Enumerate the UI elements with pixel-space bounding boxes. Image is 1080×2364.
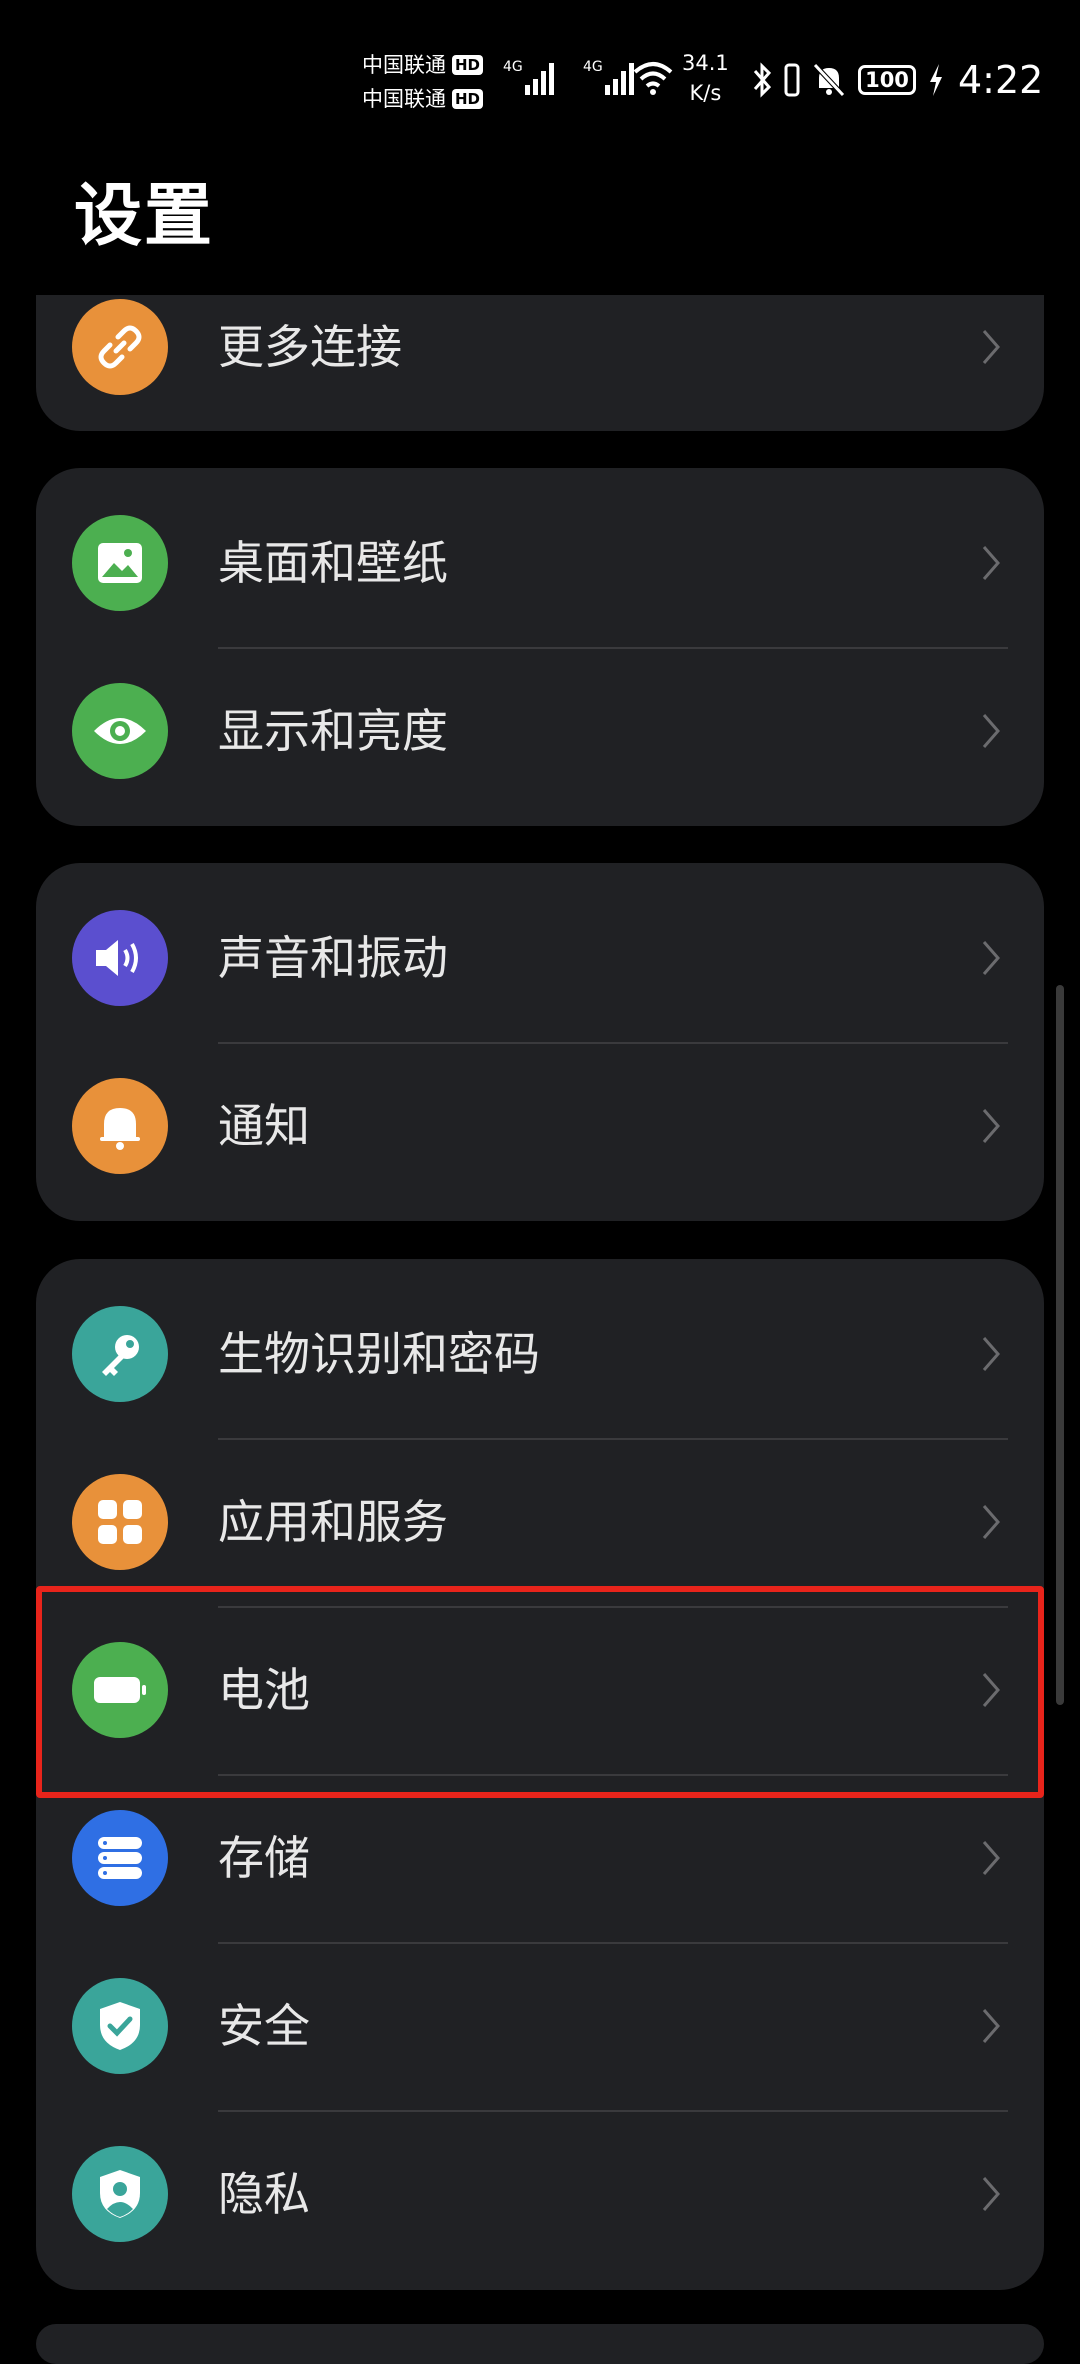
status-bar: 中国联通 HD 中国联通 HD 4G 4G 34.1 K/s 100 4:22 [0, 0, 1080, 150]
carrier-info: 中国联通 HD 中国联通 HD [362, 48, 484, 116]
settings-item-label: 生物识别和密码 [218, 1327, 540, 1381]
key-icon [72, 1306, 168, 1402]
clock: 4:22 [958, 58, 1044, 102]
battery-indicator: 100 [858, 65, 916, 95]
chevron-right-icon [982, 1109, 1000, 1143]
mute-bell-icon [813, 63, 845, 97]
privacy-icon [72, 2146, 168, 2242]
network-type-2: 4G [583, 59, 603, 75]
settings-item-label: 存储 [218, 1831, 310, 1885]
speed-unit: K/s [689, 81, 722, 105]
chevron-right-icon [982, 1337, 1000, 1371]
settings-item-label: 应用和服务 [218, 1495, 448, 1549]
settings-item-notifications[interactable]: 通知 [36, 1042, 1044, 1210]
settings-item-storage[interactable]: 存储 [36, 1774, 1044, 1942]
shield-icon [72, 1978, 168, 2074]
wifi-icon [633, 62, 673, 95]
settings-item-label: 安全 [218, 1999, 310, 2053]
vibrate-icon [784, 63, 800, 97]
signal-icon-1: 4G [503, 59, 554, 95]
settings-item-security[interactable]: 安全 [36, 1942, 1044, 2110]
settings-card-next [36, 2324, 1044, 2364]
settings-item-label: 声音和振动 [218, 931, 448, 985]
bluetooth-icon [753, 62, 772, 98]
speaker-icon [72, 910, 168, 1006]
settings-item-label: 桌面和壁纸 [218, 536, 448, 590]
settings-item-label: 隐私 [218, 2167, 310, 2221]
settings-item-label: 更多连接 [218, 320, 402, 374]
page-title: 设置 [74, 177, 215, 256]
chevron-right-icon [982, 1505, 1000, 1539]
status-icons: 100 4:22 [752, 58, 1043, 102]
chevron-right-icon [982, 1841, 1000, 1875]
settings-card-display: 桌面和壁纸 显示和亮度 [36, 468, 1044, 826]
chevron-right-icon [982, 941, 1000, 975]
charging-icon [930, 64, 942, 96]
chevron-right-icon [982, 714, 1000, 748]
apps-icon [72, 1474, 168, 1570]
network-speed: 34.1 K/s [682, 48, 729, 108]
scrollbar[interactable] [1056, 985, 1064, 1705]
settings-item-label: 通知 [218, 1099, 310, 1153]
hd-badge-2: HD [452, 89, 484, 109]
wallpaper-icon [72, 515, 168, 611]
settings-item-apps-services[interactable]: 应用和服务 [36, 1438, 1044, 1606]
chevron-right-icon [982, 2009, 1000, 2043]
settings-item-display-brightness[interactable]: 显示和亮度 [36, 647, 1044, 815]
settings-item-label: 显示和亮度 [218, 704, 448, 758]
network-type-1: 4G [503, 59, 523, 75]
settings-item-biometrics-password[interactable]: 生物识别和密码 [36, 1270, 1044, 1438]
carrier-1: 中国联通 [362, 53, 446, 77]
settings-card-connections: 更多连接 [36, 295, 1044, 431]
settings-item-more-connections[interactable]: 更多连接 [36, 295, 1044, 431]
highlight-box [36, 1586, 1044, 1798]
speed-value: 34.1 [682, 51, 729, 75]
storage-icon [72, 1810, 168, 1906]
chevron-right-icon [982, 546, 1000, 580]
settings-item-sound-vibration[interactable]: 声音和振动 [36, 874, 1044, 1042]
bell-icon [72, 1078, 168, 1174]
settings-item-wallpaper[interactable]: 桌面和壁纸 [36, 479, 1044, 647]
link-icon [72, 299, 168, 395]
carrier-2: 中国联通 [362, 87, 446, 111]
eye-icon [72, 683, 168, 779]
chevron-right-icon [982, 2177, 1000, 2211]
chevron-right-icon [982, 330, 1000, 364]
settings-item-privacy[interactable]: 隐私 [36, 2110, 1044, 2278]
settings-card-sound: 声音和振动 通知 [36, 863, 1044, 1221]
hd-badge-1: HD [452, 55, 484, 75]
